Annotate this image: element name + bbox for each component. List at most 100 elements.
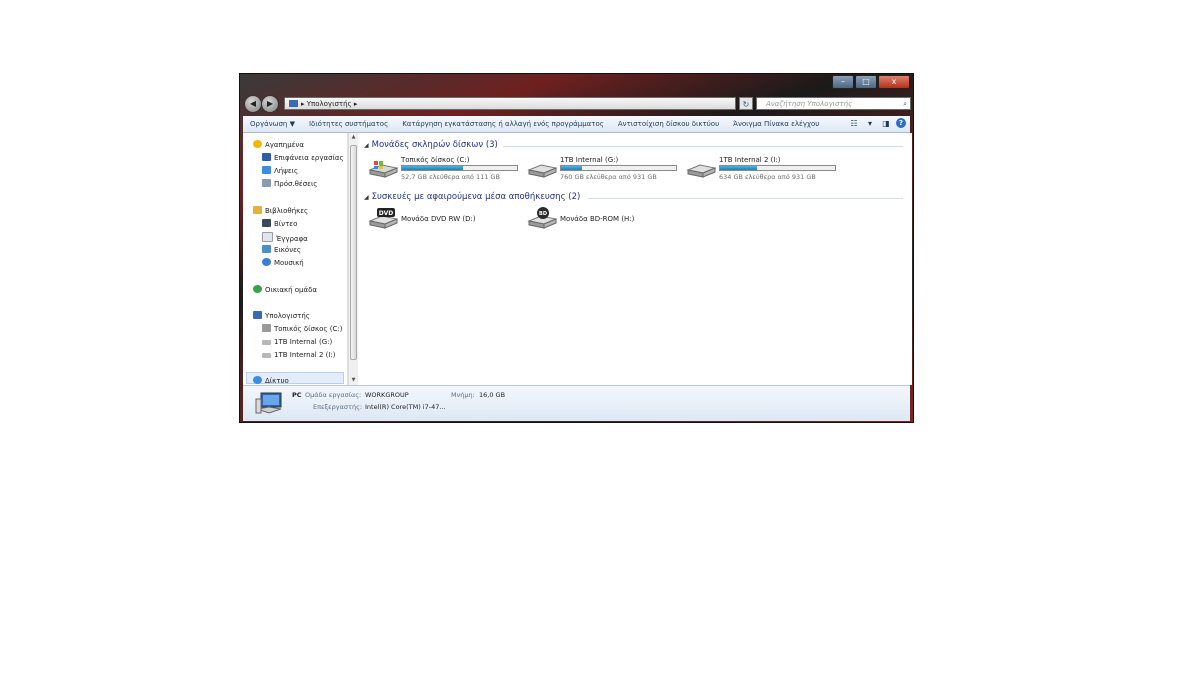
recent-places-icon — [262, 179, 271, 187]
collapse-triangle-icon: ◢ — [364, 194, 369, 201]
removable-group-header[interactable]: ◢ Συσκευές με αφαιρούμενα μέσα αποθήκευση… — [364, 192, 580, 202]
computer-icon — [253, 311, 262, 319]
memory-value: 16,0 GB — [479, 391, 506, 399]
drive-item[interactable]: 1TB Internal (G:) 760 GB ελεύθερα από 93… — [527, 156, 682, 182]
nav-desktop[interactable]: Επιφάνεια εργασίας — [262, 153, 344, 164]
back-button[interactable]: ◀ — [244, 95, 262, 113]
drive-name: 1TB Internal (G:) — [560, 156, 619, 164]
content-pane: ◢ Μονάδες σκληρών δίσκων (3) Τοπικός δίσκ… — [358, 133, 912, 385]
nav-label: 1TB Internal 2 (I:) — [274, 351, 336, 359]
nav-music[interactable]: Μουσική — [262, 258, 304, 269]
map-network-drive-button[interactable]: Αντιστοίχιση δίσκου δικτύου — [618, 120, 719, 128]
drive-name: Μονάδα DVD RW (D:) — [401, 215, 476, 223]
search-input[interactable]: Αναζήτηση Υπολογιστής ⌕ — [756, 97, 911, 110]
nav-label: Έγγραφα — [276, 235, 308, 243]
optical-drive-item[interactable]: BD Μονάδα BD-ROM (H:) — [527, 207, 682, 237]
search-icon: ⌕ — [903, 100, 907, 108]
hard-drives-group-header[interactable]: ◢ Μονάδες σκληρών δίσκων (3) — [364, 140, 498, 150]
nav-documents[interactable]: Έγγραφα — [262, 232, 308, 243]
nav-label: Λήψεις — [274, 167, 299, 175]
preview-pane-icon[interactable]: ◨ — [880, 118, 892, 129]
processor-value: Intel(R) Core(TM) i7-47... — [365, 403, 446, 411]
maximize-button[interactable]: □ — [855, 75, 877, 89]
drive-free-space: 634 GB ελεύθερα από 931 GB — [719, 173, 816, 181]
dvd-drive-icon: DVD — [368, 208, 398, 229]
scroll-down-icon[interactable]: ▼ — [349, 376, 358, 385]
bd-drive-icon: BD — [527, 207, 557, 229]
network-icon — [253, 376, 262, 384]
minimize-button[interactable]: – — [832, 75, 854, 89]
group-title: Συσκευές με αφαιρούμενα μέσα αποθήκευσης… — [371, 192, 581, 202]
group-title: Μονάδες σκληρών δίσκων (3) — [371, 140, 498, 150]
open-control-panel-button[interactable]: Άνοιγμα Πίνακα ελέγχου — [733, 120, 819, 128]
explorer-window: – □ x ◀ ▶ ▸ Υπολογιστής ▸ ↻ Αναζήτηση Υπ… — [239, 73, 914, 423]
refresh-button[interactable]: ↻ — [739, 97, 753, 110]
nav-videos[interactable]: Βίντεο — [262, 219, 297, 230]
drive-usage-bar — [401, 165, 518, 171]
scroll-up-icon[interactable]: ▲ — [349, 133, 358, 142]
homegroup-icon — [253, 285, 262, 293]
drive-name: 1TB Internal 2 (I:) — [719, 156, 781, 164]
nav-label: Βιβλιοθήκες — [265, 207, 309, 215]
drive-free-space: 52,7 GB ελεύθερα από 111 GB — [401, 173, 500, 181]
drive-usage-bar — [719, 165, 836, 171]
organize-menu[interactable]: Οργάνωση ▼ — [250, 120, 295, 128]
bd-badge: BD — [539, 211, 547, 217]
nav-recent-places[interactable]: Πρόσ.θέσεις — [262, 179, 317, 190]
nav-favorites[interactable]: Αγαπημένα — [253, 140, 304, 151]
address-bar[interactable]: ▸ Υπολογιστής ▸ — [284, 97, 736, 110]
workgroup-value: WORKGROUP — [365, 391, 409, 399]
nav-scrollbar[interactable]: ▲ ▼ — [348, 133, 358, 385]
help-icon[interactable]: ? — [896, 118, 906, 128]
hard-drive-icon — [262, 340, 271, 345]
nav-drive-c[interactable]: Τοπικός δίσκος (C:) — [262, 324, 342, 335]
scrollbar-thumb[interactable] — [350, 145, 357, 360]
nav-libraries[interactable]: Βιβλιοθήκες — [253, 206, 308, 217]
video-icon — [262, 219, 271, 227]
nav-drive-g[interactable]: 1TB Internal (G:) — [262, 337, 332, 348]
drive-item[interactable]: Τοπικός δίσκος (C:) 52,7 GB ελεύθερα από… — [368, 156, 523, 182]
libraries-icon — [253, 206, 262, 214]
hard-drive-icon — [527, 164, 557, 178]
pictures-icon — [262, 245, 271, 253]
nav-label: Υπολογιστής — [265, 312, 310, 320]
windows-drive-icon — [368, 161, 398, 178]
group-divider — [503, 146, 903, 147]
nav-label: Επιφάνεια εργασίας — [274, 154, 344, 162]
system-properties-button[interactable]: Ιδιότητες συστήματος — [309, 120, 388, 128]
workgroup-label: Ομάδα εργασίας: — [305, 391, 362, 399]
nav-computer[interactable]: Υπολογιστής — [253, 311, 310, 322]
drive-free-space: 760 GB ελεύθερα από 931 GB — [560, 173, 657, 181]
computer-icon — [289, 100, 298, 107]
address-row: ◀ ▶ ▸ Υπολογιστής ▸ ↻ Αναζήτηση Υπολογισ… — [244, 94, 911, 113]
nav-label: Εικόνες — [274, 246, 302, 254]
nav-drive-i[interactable]: 1TB Internal 2 (I:) — [262, 350, 336, 361]
windows-drive-icon — [262, 324, 271, 332]
nav-homegroup[interactable]: Οικιακή ομάδα — [253, 285, 317, 296]
nav-label: Δίκτυο — [265, 377, 289, 385]
nav-label: Μουσική — [274, 259, 304, 267]
command-bar: Οργάνωση ▼ Ιδιότητες συστήματος Κατάργησ… — [243, 116, 910, 133]
collapse-triangle-icon: ◢ — [364, 142, 369, 149]
nav-label: Πρόσ.θέσεις — [274, 180, 318, 188]
view-options-icon[interactable]: ☷ — [848, 118, 860, 129]
star-icon — [253, 140, 262, 148]
drive-usage-fill — [561, 166, 582, 170]
hard-drive-icon — [262, 353, 271, 358]
optical-drive-item[interactable]: DVD Μονάδα DVD RW (D:) — [368, 207, 523, 237]
drive-name: Τοπικός δίσκος (C:) — [401, 156, 470, 164]
nav-downloads[interactable]: Λήψεις — [262, 166, 298, 177]
music-icon — [262, 258, 271, 266]
memory-label: Μνήμη: — [451, 391, 475, 399]
nav-label: Τοπικός δίσκος (C:) — [274, 325, 343, 333]
dvd-badge: DVD — [379, 210, 394, 217]
forward-button[interactable]: ▶ — [261, 95, 279, 113]
drive-usage-fill — [402, 166, 463, 170]
nav-pictures[interactable]: Εικόνες — [262, 245, 301, 256]
close-button[interactable]: x — [878, 75, 910, 89]
caption-buttons: – □ x — [831, 75, 910, 89]
group-divider — [588, 198, 903, 199]
chevron-down-icon[interactable]: ▾ — [864, 118, 876, 129]
drive-item[interactable]: 1TB Internal 2 (I:) 634 GB ελεύθερα από … — [686, 156, 841, 182]
uninstall-program-button[interactable]: Κατάργηση εγκατάστασης ή αλλαγή ενός προ… — [402, 120, 604, 128]
